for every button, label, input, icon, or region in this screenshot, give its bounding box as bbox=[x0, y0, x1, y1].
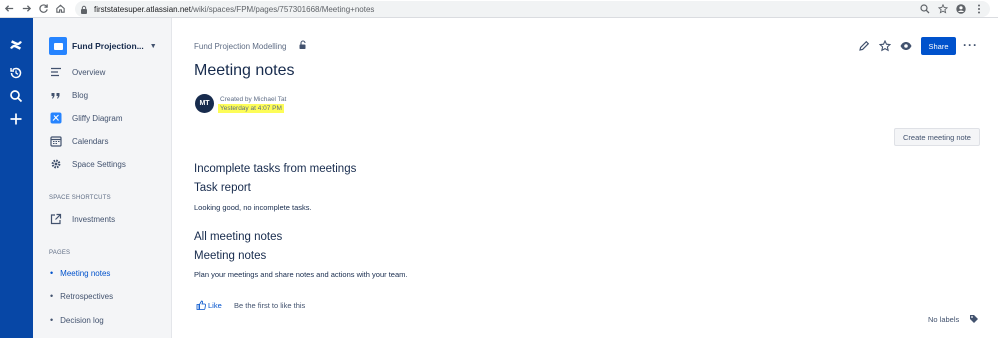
edit-pencil-icon[interactable] bbox=[857, 39, 871, 53]
sidebar-item-label: Investments bbox=[72, 214, 116, 224]
page-tree-item-meeting-notes[interactable]: • Meeting notes bbox=[50, 268, 110, 278]
tag-icon[interactable] bbox=[969, 314, 979, 324]
sidebar-item-space-settings[interactable]: Space Settings bbox=[49, 157, 126, 171]
create-plus-icon[interactable] bbox=[7, 110, 25, 128]
sidebar-item-label: Gliffy Diagram bbox=[72, 113, 123, 123]
calendar-icon bbox=[49, 134, 63, 148]
search-icon[interactable] bbox=[7, 87, 25, 105]
space-name: Fund Projection... bbox=[72, 41, 144, 51]
overview-icon bbox=[49, 65, 63, 79]
more-actions-icon[interactable]: ··· bbox=[963, 38, 978, 52]
sidebar-item-blog[interactable]: Blog bbox=[49, 88, 88, 102]
back-icon[interactable] bbox=[1, 0, 18, 18]
like-label: Like bbox=[208, 300, 222, 310]
url-path: /wiki/spaces/FPM/pages/757301668/Meeting… bbox=[190, 4, 375, 14]
sidebar-item-label: Space Settings bbox=[72, 159, 126, 169]
like-button[interactable]: Like bbox=[196, 300, 222, 310]
star-icon[interactable] bbox=[878, 39, 892, 53]
like-summary: Be the first to like this bbox=[234, 301, 306, 310]
sidebar-item-gliffy[interactable]: Gliffy Diagram bbox=[49, 111, 123, 125]
gliffy-icon bbox=[49, 111, 63, 125]
page-title: Meeting notes bbox=[194, 62, 295, 79]
url-host: firststatesuper.atlassian.net bbox=[94, 4, 191, 14]
lock-icon bbox=[81, 5, 87, 14]
forward-icon[interactable] bbox=[18, 0, 35, 18]
external-link-icon bbox=[49, 212, 63, 226]
recent-history-icon[interactable] bbox=[7, 64, 25, 82]
star-bookmark-icon[interactable] bbox=[938, 4, 948, 14]
section-heading-task-report: Task report bbox=[194, 182, 251, 194]
space-shortcuts-heading: SPACE SHORTCUTS bbox=[49, 195, 111, 201]
section-heading-meeting-notes: Meeting notes bbox=[194, 250, 267, 262]
pages-heading: PAGES bbox=[49, 250, 71, 256]
share-button[interactable]: Share bbox=[921, 37, 956, 55]
browser-menu-icon[interactable] bbox=[974, 4, 984, 14]
unlock-restrictions-icon[interactable] bbox=[298, 40, 308, 50]
global-navigation bbox=[0, 18, 33, 338]
task-report-text: Looking good, no incomplete tasks. bbox=[194, 203, 312, 212]
sidebar-item-label: Overview bbox=[72, 67, 106, 77]
breadcrumb[interactable]: Fund Projection Modelling bbox=[194, 42, 287, 51]
gear-icon bbox=[49, 157, 63, 171]
sidebar-shortcut-investments[interactable]: Investments bbox=[49, 212, 115, 226]
address-bar[interactable]: firststatesuper.atlassian.net/wiki/space… bbox=[75, 1, 990, 17]
page-tree-label: Meeting notes bbox=[60, 268, 111, 278]
thumbs-up-icon bbox=[196, 300, 206, 310]
home-icon[interactable] bbox=[52, 0, 69, 18]
page-tree-item-retrospectives[interactable]: • Retrospectives bbox=[50, 291, 113, 301]
sidebar-item-calendars[interactable]: Calendars bbox=[49, 134, 108, 148]
reload-icon[interactable] bbox=[35, 0, 52, 18]
section-heading-all-meeting-notes: All meeting notes bbox=[194, 231, 283, 243]
space-sidebar: Fund Projection... ▼ Overview Blog Gliff… bbox=[33, 18, 172, 338]
browser-toolbar: firststatesuper.atlassian.net/wiki/space… bbox=[0, 0, 998, 18]
confluence-logo-icon[interactable] bbox=[7, 36, 25, 54]
space-header[interactable]: Fund Projection... ▼ bbox=[49, 37, 157, 55]
page-tree-item-decision-log[interactable]: • Decision log bbox=[50, 315, 104, 325]
sidebar-item-label: Calendars bbox=[72, 136, 109, 146]
profile-icon[interactable] bbox=[956, 4, 966, 14]
page-tree-label: Retrospectives bbox=[60, 291, 114, 301]
create-meeting-note-button[interactable]: Create meeting note bbox=[894, 128, 980, 146]
section-heading-incomplete-tasks: Incomplete tasks from meetings bbox=[194, 163, 357, 175]
created-timestamp[interactable]: Yesterday at 4:07 PM bbox=[218, 104, 284, 113]
sidebar-item-label: Blog bbox=[72, 90, 89, 100]
chevron-down-icon: ▼ bbox=[149, 42, 157, 50]
watch-eye-icon[interactable] bbox=[899, 39, 913, 53]
page-tree-label: Decision log bbox=[60, 315, 104, 325]
meeting-notes-text: Plan your meetings and share notes and a… bbox=[194, 270, 408, 279]
sidebar-item-overview[interactable]: Overview bbox=[49, 65, 105, 79]
created-by: Created by Michael Tat bbox=[220, 96, 287, 103]
blog-quote-icon bbox=[49, 88, 63, 102]
zoom-icon[interactable] bbox=[920, 4, 930, 14]
space-logo-icon bbox=[49, 37, 67, 55]
avatar[interactable]: MT bbox=[195, 94, 214, 113]
labels-text: No labels bbox=[928, 315, 960, 324]
